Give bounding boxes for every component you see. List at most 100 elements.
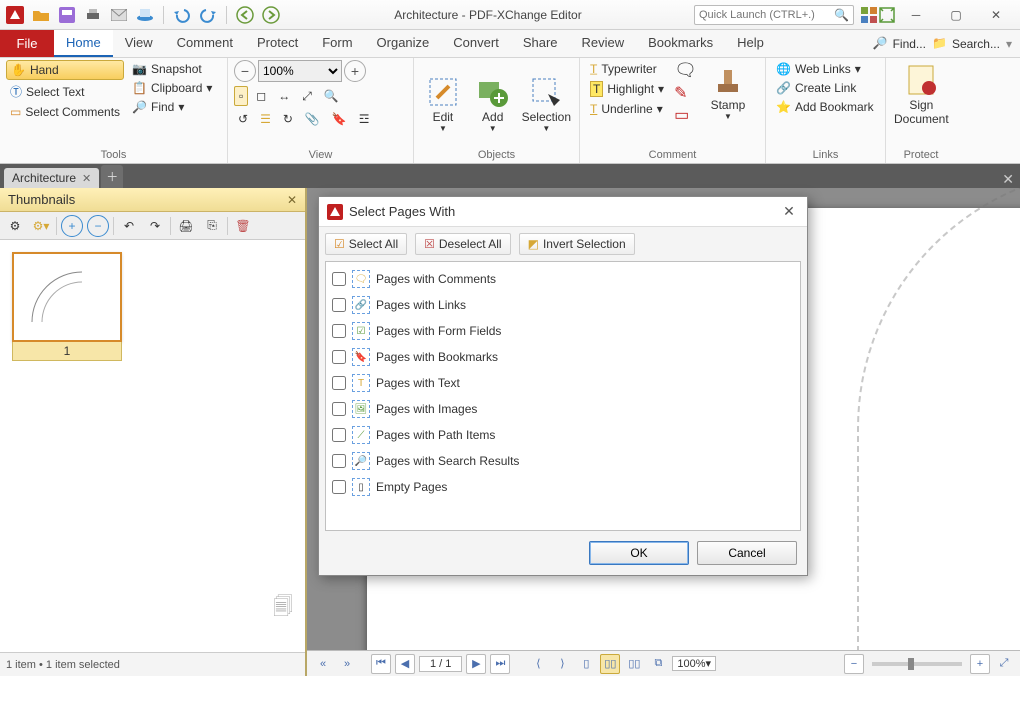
print-icon[interactable] bbox=[82, 4, 104, 26]
expand-icon[interactable]: ⤢ bbox=[994, 654, 1014, 674]
two-cont-layout-icon[interactable]: ⧉ bbox=[648, 654, 668, 674]
invert-selection-button[interactable]: ◩Invert Selection bbox=[519, 233, 635, 255]
fit-page-button[interactable]: ◻ bbox=[252, 86, 270, 106]
cancel-button[interactable]: Cancel bbox=[697, 541, 797, 565]
thumbnail-page-1[interactable]: 1 bbox=[12, 252, 122, 361]
find-menu[interactable]: 🔎Find ▾ bbox=[128, 98, 216, 116]
checkbox[interactable] bbox=[332, 272, 346, 286]
prev-view-icon[interactable]: « bbox=[313, 654, 333, 674]
next-doc-icon[interactable]: ⟩ bbox=[552, 654, 572, 674]
add-bookmark-button[interactable]: ⭐Add Bookmark bbox=[772, 98, 878, 116]
tab-bookmarks[interactable]: Bookmarks bbox=[636, 30, 725, 57]
select-comments-tool[interactable]: ▭Select Comments bbox=[6, 103, 124, 121]
checkbox[interactable] bbox=[332, 428, 346, 442]
tab-file[interactable]: File bbox=[0, 30, 54, 57]
zoom-slider[interactable] bbox=[872, 662, 962, 666]
tab-view[interactable]: View bbox=[113, 30, 165, 57]
tab-convert[interactable]: Convert bbox=[441, 30, 511, 57]
restore-button[interactable]: ▢ bbox=[936, 1, 976, 29]
rotate-cw-button[interactable]: ↻ bbox=[279, 110, 297, 128]
rect-icon[interactable]: ▭ bbox=[674, 105, 697, 125]
find-button[interactable]: 🔎Find... bbox=[873, 36, 926, 52]
cont-layout-icon[interactable]: ▯▯ bbox=[600, 654, 620, 674]
back-icon[interactable] bbox=[234, 4, 256, 26]
underline-button[interactable]: TUnderline▾ bbox=[586, 100, 668, 118]
tab-protect[interactable]: Protect bbox=[245, 30, 310, 57]
select-text-tool[interactable]: ⓉSelect Text bbox=[6, 81, 124, 102]
snapshot-tool[interactable]: 📷Snapshot bbox=[128, 60, 216, 78]
edit-button[interactable]: Edit▼ bbox=[420, 72, 466, 138]
undo-icon[interactable] bbox=[171, 4, 193, 26]
add-button[interactable]: Add▼ bbox=[470, 72, 516, 138]
delete-icon[interactable]: 🗑 bbox=[232, 215, 254, 237]
checkbox[interactable] bbox=[332, 324, 346, 338]
sticky-note-icon[interactable]: 🗨 bbox=[674, 60, 697, 81]
bookmark-pane-button[interactable]: 🔖 bbox=[328, 110, 351, 128]
ui-options-icon[interactable] bbox=[860, 6, 878, 24]
typewriter-button[interactable]: T̲Typewriter bbox=[586, 60, 668, 78]
zoom-out-thumb-icon[interactable]: − bbox=[87, 215, 109, 237]
extract-icon[interactable]: ⎘ bbox=[201, 215, 223, 237]
checkbox[interactable] bbox=[332, 454, 346, 468]
zoom-in-button[interactable]: + bbox=[344, 60, 366, 82]
fit-width-button[interactable]: ↔ bbox=[274, 86, 294, 106]
create-link-button[interactable]: 🔗Create Link bbox=[772, 79, 878, 97]
zoom-box[interactable]: 100% ▾ bbox=[672, 656, 716, 671]
scan-icon[interactable] bbox=[134, 4, 156, 26]
new-tab-button[interactable]: ＋ bbox=[101, 165, 123, 188]
tab-organize[interactable]: Organize bbox=[365, 30, 442, 57]
next-page-icon[interactable]: ▶ bbox=[466, 654, 486, 674]
zoom-level-select[interactable]: 100% bbox=[258, 60, 342, 82]
sign-document-button[interactable]: Sign Document bbox=[892, 60, 951, 131]
web-links-button[interactable]: 🌐Web Links ▾ bbox=[772, 60, 878, 78]
single-layout-icon[interactable]: ▯ bbox=[576, 654, 596, 674]
clipboard-menu[interactable]: 📋Clipboard ▾ bbox=[128, 79, 216, 97]
properties-button[interactable]: ☲ bbox=[355, 110, 374, 128]
ok-button[interactable]: OK bbox=[589, 541, 689, 565]
save-icon[interactable] bbox=[56, 4, 78, 26]
rotate-ccw-button[interactable]: ↺ bbox=[234, 110, 252, 128]
close-button[interactable]: ✕ bbox=[976, 1, 1016, 29]
tab-help[interactable]: Help bbox=[725, 30, 776, 57]
fit-visible-button[interactable]: ⤢ bbox=[298, 86, 316, 106]
page-layout-button[interactable]: ☰ bbox=[256, 110, 275, 128]
selection-button[interactable]: Selection▼ bbox=[520, 72, 573, 138]
rotate-ccw-thumb-icon[interactable]: ↶ bbox=[118, 215, 140, 237]
checkbox[interactable] bbox=[332, 376, 346, 390]
zoom-out-button[interactable]: − bbox=[234, 60, 256, 82]
hand-tool[interactable]: ✋Hand bbox=[6, 60, 124, 80]
search-button[interactable]: 📁Search... bbox=[932, 36, 1000, 52]
zoom-in-thumb-icon[interactable]: + bbox=[61, 215, 83, 237]
redo-icon[interactable] bbox=[197, 4, 219, 26]
tab-comment[interactable]: Comment bbox=[165, 30, 245, 57]
zoom-out-vb-icon[interactable]: − bbox=[844, 654, 864, 674]
last-page-icon[interactable]: ⏭ bbox=[490, 654, 510, 674]
document-tab[interactable]: Architecture✕ bbox=[4, 168, 99, 188]
stamp-button[interactable]: Stamp▼ bbox=[701, 60, 755, 126]
open-icon[interactable] bbox=[30, 4, 52, 26]
attachments-button[interactable]: 📎 bbox=[301, 110, 324, 128]
page-indicator[interactable]: 1 / 1 bbox=[419, 656, 462, 672]
quick-launch[interactable]: 🔍 bbox=[694, 5, 854, 25]
next-view-icon[interactable]: » bbox=[337, 654, 357, 674]
first-page-icon[interactable]: ⏮ bbox=[371, 654, 391, 674]
deselect-all-button[interactable]: ☒Deselect All bbox=[415, 233, 510, 255]
select-all-button[interactable]: ☑Select All bbox=[325, 233, 407, 255]
options-dd-icon[interactable]: ⚙▾ bbox=[30, 215, 52, 237]
options-icon[interactable]: ⚙ bbox=[4, 215, 26, 237]
close-panel-icon[interactable]: ✕ bbox=[287, 193, 297, 207]
actual-size-button[interactable]: ▫ bbox=[234, 86, 248, 106]
prev-doc-icon[interactable]: ⟨ bbox=[528, 654, 548, 674]
forward-icon[interactable] bbox=[260, 4, 282, 26]
close-tab-icon[interactable]: ✕ bbox=[82, 172, 91, 185]
dialog-close-icon[interactable]: ✕ bbox=[779, 203, 799, 220]
rotate-cw-thumb-icon[interactable]: ↷ bbox=[144, 215, 166, 237]
email-icon[interactable] bbox=[108, 4, 130, 26]
prev-page-icon[interactable]: ◀ bbox=[395, 654, 415, 674]
close-all-tabs-icon[interactable]: ✕ bbox=[996, 171, 1020, 188]
tab-share[interactable]: Share bbox=[511, 30, 570, 57]
maximize-area-icon[interactable] bbox=[878, 6, 896, 24]
checkbox[interactable] bbox=[332, 402, 346, 416]
checkbox[interactable] bbox=[332, 350, 346, 364]
checkbox[interactable] bbox=[332, 480, 346, 494]
